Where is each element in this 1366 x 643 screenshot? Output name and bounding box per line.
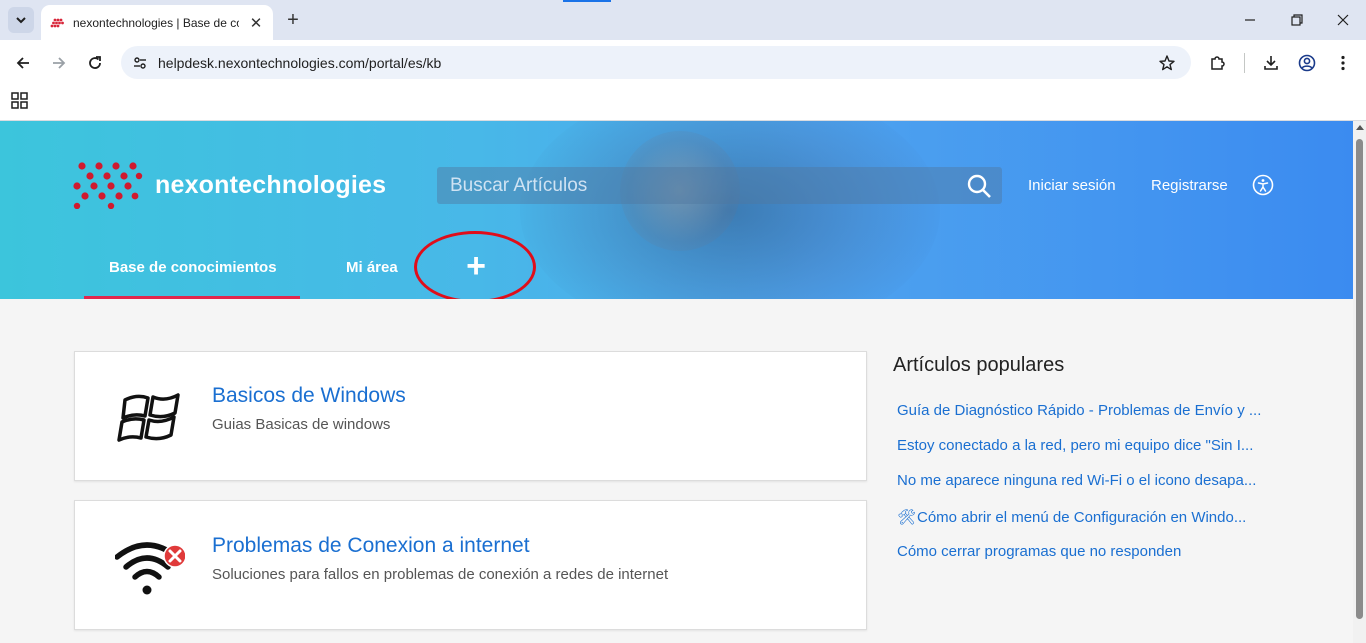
- reload-button[interactable]: [82, 50, 108, 76]
- apps-grid-icon[interactable]: [11, 92, 29, 110]
- tab-knowledge-base[interactable]: Base de conocimientos: [109, 259, 277, 276]
- site-info-icon[interactable]: [131, 54, 149, 72]
- minimize-button[interactable]: [1238, 8, 1262, 32]
- toolbar-divider: [1244, 53, 1245, 73]
- url-text[interactable]: helpdesk.nexontechnologies.com/portal/es…: [158, 55, 441, 71]
- category-card-windows[interactable]: Basicos de Windows Guias Basicas de wind…: [74, 351, 867, 481]
- browser-tabstrip: nexontechnologies | Base de co ✕ +: [0, 0, 1366, 40]
- download-icon: [1264, 56, 1278, 70]
- wifi-error-icon: [115, 542, 185, 595]
- popular-articles-title: Artículos populares: [893, 354, 1065, 376]
- bookmark-star-icon[interactable]: [1157, 53, 1177, 73]
- favicon-icon: [49, 15, 65, 31]
- article-search: [437, 167, 1002, 204]
- profile-button[interactable]: [1295, 51, 1319, 75]
- nexon-dots-logo-icon: [73, 162, 143, 209]
- downloads-button[interactable]: [1259, 51, 1283, 75]
- arrow-right-icon: [53, 57, 66, 69]
- tab-title: nexontechnologies | Base de co: [73, 15, 239, 30]
- page-scrollbar[interactable]: [1353, 121, 1366, 643]
- category-description: Soluciones para fallos en problemas de c…: [212, 566, 669, 583]
- active-tab-underline: [84, 296, 300, 299]
- windows-logo-icon: [117, 393, 180, 442]
- category-title[interactable]: Problemas de Conexion a internet: [212, 534, 530, 558]
- page-viewport: nexontechnologies Iniciar sesión Registr…: [0, 121, 1353, 643]
- tools-emoji-icon: 🛠: [897, 509, 917, 526]
- new-tab-button[interactable]: +: [282, 9, 304, 31]
- close-tab-icon[interactable]: ✕: [247, 14, 265, 32]
- register-link[interactable]: Registrarse: [1151, 177, 1228, 194]
- tab-indicator: [563, 0, 611, 2]
- bookmarks-bar: [0, 85, 1366, 121]
- popular-article-link[interactable]: No me aparece ninguna red Wi-Fi o el ico…: [897, 472, 1277, 489]
- brand-name: nexontechnologies: [155, 170, 387, 199]
- popular-article-link[interactable]: Guía de Diagnóstico Rápido - Problemas d…: [897, 402, 1277, 419]
- restore-icon: [1291, 14, 1303, 26]
- chevron-down-icon: [16, 17, 26, 24]
- back-button[interactable]: [10, 50, 36, 76]
- minimize-icon: [1245, 19, 1255, 21]
- popular-article-link[interactable]: Cómo cerrar programas que no responden: [897, 543, 1277, 560]
- more-vert-icon: [1341, 55, 1345, 71]
- menu-button[interactable]: [1331, 51, 1355, 75]
- accessibility-icon[interactable]: [1252, 174, 1274, 196]
- forward-button[interactable]: [46, 50, 72, 76]
- puzzle-icon: [1211, 56, 1225, 70]
- popular-article-link[interactable]: 🛠Cómo abrir el menú de Configuración en …: [897, 508, 1277, 526]
- category-description: Guias Basicas de windows: [212, 416, 391, 433]
- tab-my-area[interactable]: Mi área: [346, 259, 398, 276]
- search-input[interactable]: [437, 167, 957, 204]
- arrow-left-icon: [16, 57, 29, 69]
- close-window-button[interactable]: [1331, 8, 1355, 32]
- address-bar[interactable]: helpdesk.nexontechnologies.com/portal/es…: [121, 46, 1191, 79]
- popular-article-link[interactable]: Estoy conectado a la red, pero mi equipo…: [897, 437, 1277, 454]
- brand-logo[interactable]: nexontechnologies: [73, 161, 386, 209]
- close-icon: [1337, 14, 1349, 26]
- profile-icon: [1298, 54, 1316, 72]
- category-card-internet[interactable]: Problemas de Conexion a internet Solucio…: [74, 500, 867, 630]
- browser-toolbar: helpdesk.nexontechnologies.com/portal/es…: [0, 40, 1366, 85]
- scroll-up-arrow-icon[interactable]: [1356, 125, 1364, 130]
- tab-search-button[interactable]: [8, 7, 34, 33]
- search-icon[interactable]: [966, 173, 992, 199]
- scrollbar-thumb[interactable]: [1356, 139, 1363, 619]
- category-title[interactable]: Basicos de Windows: [212, 384, 406, 408]
- restore-button[interactable]: [1285, 8, 1309, 32]
- extensions-button[interactable]: [1206, 51, 1230, 75]
- browser-tab[interactable]: nexontechnologies | Base de co ✕: [41, 5, 273, 40]
- hero-banner: nexontechnologies Iniciar sesión Registr…: [0, 121, 1353, 299]
- popular-article-text: Cómo abrir el menú de Configuración en W…: [917, 509, 1247, 526]
- login-link[interactable]: Iniciar sesión: [1028, 177, 1116, 194]
- annotation-circle: [414, 231, 536, 299]
- reload-icon: [89, 56, 101, 69]
